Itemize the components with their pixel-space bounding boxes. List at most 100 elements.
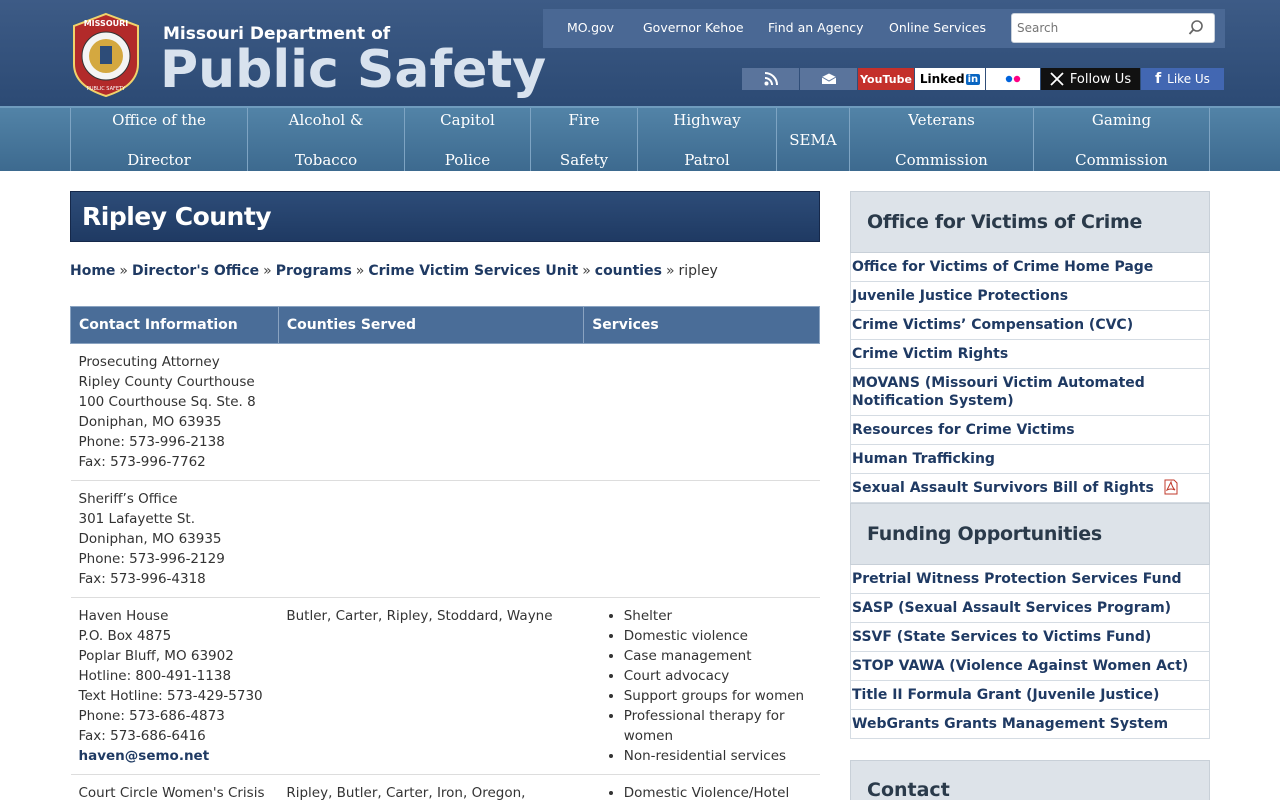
nav-item-gaming-commission[interactable]: Gaming Commission bbox=[1034, 108, 1210, 171]
table-row: Court Circle Women's Crisis Ripley, Butl… bbox=[70, 774, 820, 800]
rss-icon bbox=[764, 72, 778, 86]
sidebar-link-human-trafficking[interactable]: Human Trafficking bbox=[850, 445, 1210, 474]
nav-link-online-services[interactable]: Online Services bbox=[889, 20, 986, 35]
col-header-services: Services bbox=[583, 306, 820, 344]
sidebar-section-title: Funding Opportunities bbox=[867, 523, 1102, 545]
list-item: Case management bbox=[624, 646, 812, 666]
sidebar-link-movans[interactable]: MOVANS (Missouri Victim Automated Notifi… bbox=[850, 369, 1210, 416]
services-cell: Domestic Violence/Hotel bbox=[583, 774, 820, 800]
sidebar-link-pretrial-witness[interactable]: Pretrial Witness Protection Services Fun… bbox=[850, 565, 1210, 594]
list-item: Non-residential services bbox=[624, 746, 812, 766]
linkedin-button[interactable]: Linked in bbox=[915, 68, 985, 90]
sidebar-link-sexual-assault-rights[interactable]: Sexual Assault Survivors Bill of Rights bbox=[850, 474, 1210, 503]
contact-cell: Prosecuting Attorney Ripley County Court… bbox=[70, 343, 279, 481]
site-header: MISSOURI PUBLIC SAFETY Missouri Departme… bbox=[0, 0, 1280, 106]
breadcrumb-home[interactable]: Home bbox=[70, 263, 115, 279]
breadcrumb-programs[interactable]: Programs bbox=[276, 263, 352, 279]
facebook-like-label: Like Us bbox=[1167, 72, 1210, 86]
sidebar-link-crime-victim-rights[interactable]: Crime Victim Rights bbox=[850, 340, 1210, 369]
nav-link-mo-gov[interactable]: MO.gov bbox=[567, 20, 614, 35]
flickr-icon bbox=[1005, 75, 1021, 83]
envelope-icon bbox=[821, 73, 836, 84]
contact-cell: Court Circle Women's Crisis bbox=[70, 774, 279, 800]
sidebar-section-header: Funding Opportunities bbox=[850, 503, 1210, 565]
sidebar-link-sasp[interactable]: SASP (Sexual Assault Services Program) bbox=[850, 594, 1210, 623]
col-header-counties: Counties Served bbox=[277, 306, 585, 344]
nav-link-find-agency[interactable]: Find an Agency bbox=[768, 20, 864, 35]
contact-cell: Sheriff’s Office 301 Lafayette St. Donip… bbox=[70, 480, 279, 598]
sidebar-section-title: Office for Victims of Crime bbox=[867, 211, 1143, 233]
counties-cell: Ripley, Butler, Carter, Iron, Oregon, Re… bbox=[278, 774, 584, 800]
sidebar: Office for Victims of Crime Office for V… bbox=[850, 191, 1210, 739]
seal-text-bottom: PUBLIC SAFETY bbox=[87, 86, 126, 92]
counties-cell bbox=[278, 343, 584, 481]
facebook-f-icon: f bbox=[1155, 71, 1162, 87]
breadcrumb-current: ripley bbox=[678, 263, 718, 279]
x-follow-button[interactable]: Follow Us bbox=[1041, 68, 1140, 90]
nav-item-highway-patrol[interactable]: Highway Patrol bbox=[638, 108, 777, 171]
facebook-like-button[interactable]: f Like Us bbox=[1141, 68, 1224, 90]
nav-item-capitol-police[interactable]: Capitol Police bbox=[405, 108, 531, 171]
nav-item-sema[interactable]: SEMA bbox=[777, 108, 850, 171]
services-cell bbox=[583, 343, 820, 481]
sidebar-contact-title: Contact bbox=[867, 779, 950, 800]
breadcrumb: Home» Director's Office» Programs» Crime Vi… bbox=[70, 263, 718, 279]
sidebar-link-ssvf[interactable]: SSVF (State Services to Victims Fund) bbox=[850, 623, 1210, 652]
list-item: Domestic violence bbox=[624, 626, 812, 646]
list-item: Court advocacy bbox=[624, 666, 812, 686]
page-title-bar: Ripley County bbox=[70, 191, 820, 242]
nav-link-governor[interactable]: Governor Kehoe bbox=[643, 20, 744, 35]
list-item: Professional therapy for women bbox=[624, 706, 812, 746]
table-row: Prosecuting Attorney Ripley County Court… bbox=[70, 343, 820, 481]
sidebar-link-juvenile-justice[interactable]: Juvenile Justice Protections bbox=[850, 282, 1210, 311]
sidebar-link-title-ii[interactable]: Title II Formula Grant (Juvenile Justice… bbox=[850, 681, 1210, 710]
services-list: Domestic Violence/Hotel bbox=[586, 783, 812, 800]
brand-title[interactable]: Public Safety bbox=[160, 40, 546, 100]
contact-cell: Haven House P.O. Box 4875 Poplar Bluff, … bbox=[70, 597, 279, 775]
rss-button[interactable] bbox=[742, 68, 799, 90]
youtube-button[interactable]: YouTube bbox=[858, 68, 914, 90]
search-input[interactable] bbox=[1012, 14, 1182, 42]
youtube-logo-text: YouTube bbox=[860, 72, 912, 86]
page-title: Ripley County bbox=[82, 202, 272, 231]
missouri-dps-seal-logo[interactable]: MISSOURI PUBLIC SAFETY bbox=[70, 12, 142, 98]
main-navigation: Office of the Director Alcohol & Tobacco C… bbox=[0, 106, 1280, 171]
sidebar-link-ovc-home[interactable]: Office for Victims of Crime Home Page bbox=[850, 253, 1210, 282]
x-follow-label: Follow Us bbox=[1069, 71, 1132, 87]
sidebar-link-resources[interactable]: Resources for Crime Victims bbox=[850, 416, 1210, 445]
services-list: Shelter Domestic violence Case managemen… bbox=[586, 606, 812, 766]
nav-item-alcohol-tobacco[interactable]: Alcohol & Tobacco bbox=[248, 108, 405, 171]
list-item: Support groups for women bbox=[624, 686, 812, 706]
nav-item-office-director[interactable]: Office of the Director bbox=[70, 108, 248, 171]
breadcrumb-counties[interactable]: counties bbox=[595, 263, 662, 279]
flickr-button[interactable] bbox=[986, 68, 1040, 90]
linkedin-logo-text: Linked bbox=[919, 72, 965, 86]
breadcrumb-crime-victim-services[interactable]: Crime Victim Services Unit bbox=[368, 263, 578, 279]
linkedin-in-badge: in bbox=[965, 73, 981, 85]
sidebar-link-cvc[interactable]: Crime Victims’ Compensation (CVC) bbox=[850, 311, 1210, 340]
contact-table: Contact Information Counties Served Serv… bbox=[70, 306, 820, 800]
services-cell bbox=[583, 480, 820, 598]
table-row: Sheriff’s Office 301 Lafayette St. Donip… bbox=[70, 480, 820, 598]
pdf-icon bbox=[1164, 479, 1178, 495]
email-subscribe-button[interactable] bbox=[800, 68, 857, 90]
x-logo-icon bbox=[1050, 72, 1064, 86]
sidebar-link-webgrants[interactable]: WebGrants Grants Management System bbox=[850, 710, 1210, 739]
sidebar-contact-box: Contact bbox=[850, 760, 1210, 800]
nav-item-fire-safety[interactable]: Fire Safety bbox=[531, 108, 638, 171]
search-box bbox=[1011, 13, 1215, 43]
table-header-row: Contact Information Counties Served Serv… bbox=[70, 306, 820, 344]
counties-cell: Butler, Carter, Ripley, Stoddard, Wayne bbox=[278, 597, 584, 775]
email-link[interactable]: haven@semo.net bbox=[79, 748, 210, 764]
search-icon[interactable] bbox=[1188, 19, 1204, 37]
services-cell: Shelter Domestic violence Case managemen… bbox=[583, 597, 820, 775]
list-item: Shelter bbox=[624, 606, 812, 626]
table-row: Haven House P.O. Box 4875 Poplar Bluff, … bbox=[70, 597, 820, 775]
col-header-contact: Contact Information bbox=[70, 306, 279, 344]
breadcrumb-directors-office[interactable]: Director's Office bbox=[132, 263, 259, 279]
sidebar-link-stop-vawa[interactable]: STOP VAWA (Violence Against Women Act) bbox=[850, 652, 1210, 681]
nav-item-veterans-commission[interactable]: Veterans Commission bbox=[850, 108, 1034, 171]
list-item: Domestic Violence/Hotel bbox=[624, 783, 812, 800]
counties-cell bbox=[278, 480, 584, 598]
sidebar-section-header: Office for Victims of Crime bbox=[850, 191, 1210, 253]
